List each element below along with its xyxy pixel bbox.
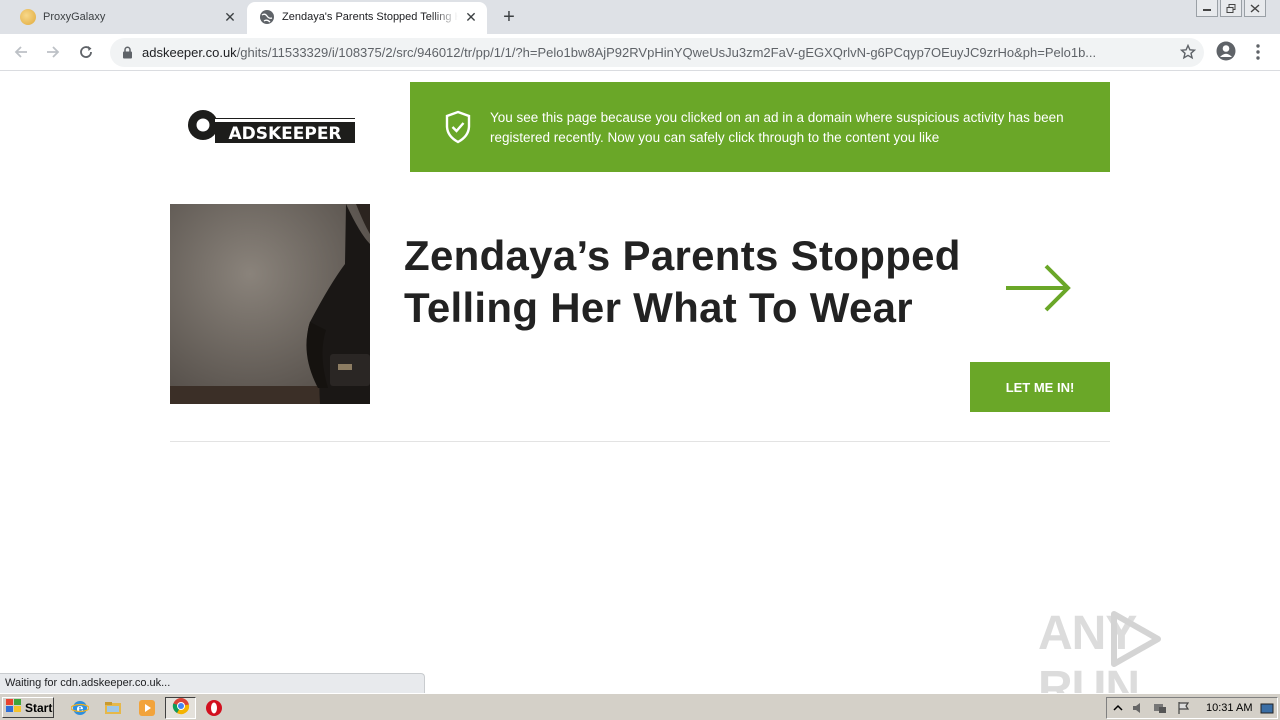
new-tab-button[interactable]: + [498,6,520,28]
chrome-taskbar-button[interactable] [165,697,196,719]
tab-title: ProxyGalaxy [43,11,106,23]
forward-arrow-icon[interactable] [42,41,64,63]
window-controls [1196,0,1266,17]
lock-icon [122,46,133,64]
address-bar[interactable]: adskeeper.co.uk/ghits/11533329/i/108375/… [110,38,1204,67]
globe-icon [259,9,275,25]
tab-close-icon[interactable]: ✕ [222,9,238,25]
adskeeper-logo[interactable]: ADSKEEPER [185,106,357,146]
ad-headline[interactable]: Zendaya’s Parents Stopped Telling Her Wh… [404,230,994,334]
speaker-icon[interactable] [1131,701,1145,715]
url-text: adskeeper.co.uk/ghits/11533329/i/108375/… [142,45,1172,60]
folder-icon[interactable] [104,699,122,717]
menu-dots-icon[interactable] [1250,42,1266,62]
arrow-right-icon[interactable] [1004,262,1072,319]
chevron-up-icon[interactable] [1111,701,1125,715]
headline-line-2: Telling Her What To Wear [404,284,913,331]
start-button[interactable]: Start [2,697,54,718]
tab-close-icon[interactable]: ✕ [463,9,479,25]
ie-icon[interactable]: e [70,699,90,717]
reload-icon[interactable] [75,41,97,63]
logo-wordmark: ADSKEEPER [228,124,341,144]
system-tray: 10:31 AM [1106,697,1278,719]
show-desktop-icon[interactable] [1260,702,1274,716]
safety-notice-banner: You see this page because you clicked on… [410,82,1110,172]
screen: ProxyGalaxy ✕ Zendaya's Parents Stopped … [0,0,1280,720]
start-label: Start [25,700,53,715]
url-host: adskeeper.co.uk [142,45,237,60]
ad-thumbnail-image[interactable] [170,204,370,404]
shield-check-icon [444,110,472,149]
status-bubble: Waiting for cdn.adskeeper.co.uk... [0,673,425,693]
star-icon[interactable] [1179,43,1197,65]
profile-icon[interactable] [1216,41,1236,61]
windows-logo-icon [6,699,22,716]
tab-strip: ProxyGalaxy ✕ Zendaya's Parents Stopped … [0,0,1280,34]
play-icon [1108,610,1164,673]
close-window-button[interactable] [1244,0,1266,17]
tab-title: Zendaya's Parents Stopped Telling Her Wh… [282,11,458,23]
content-divider [170,441,1110,442]
taskbar: Start e 10:31 AM [0,693,1280,720]
network-icon[interactable] [1153,701,1167,715]
media-player-icon[interactable] [138,699,156,717]
clock: 10:31 AM [1206,702,1253,714]
tab-proxygalaxy[interactable]: ProxyGalaxy ✕ [0,0,246,34]
minimize-button[interactable] [1196,0,1218,17]
opera-icon[interactable] [205,699,223,717]
headline-line-1: Zendaya’s Parents Stopped [404,232,961,279]
tab-zendaya[interactable]: Zendaya's Parents Stopped Telling Her Wh… [247,2,487,34]
chrome-icon [172,697,190,720]
page-content: ADSKEEPER You see this page because you … [0,72,1280,715]
restore-button[interactable] [1220,0,1242,17]
let-me-in-button[interactable]: LET ME IN! [970,362,1110,412]
back-arrow-icon[interactable] [10,41,32,63]
proxygalaxy-favicon [20,9,36,25]
flag-icon[interactable] [1177,701,1191,715]
notice-text: You see this page because you clicked on… [490,110,1064,145]
browser-toolbar: adskeeper.co.uk/ghits/11533329/i/108375/… [0,34,1280,71]
url-path: /ghits/11533329/i/108375/2/src/946012/tr… [236,45,1097,60]
